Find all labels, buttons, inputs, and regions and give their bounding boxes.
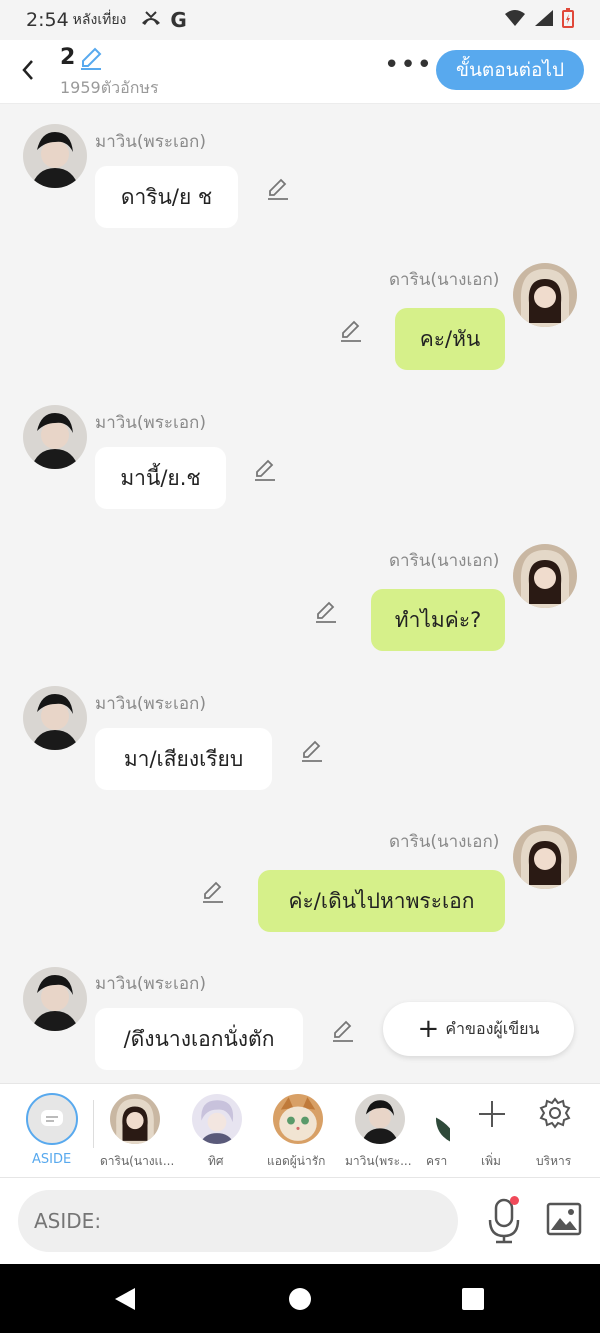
avatar-mawin[interactable] [23, 124, 87, 188]
back-button[interactable] [10, 52, 46, 88]
avatar [355, 1094, 405, 1144]
wifi-icon [504, 9, 526, 32]
manage-characters-button[interactable]: บริหาร [524, 1084, 594, 1179]
missed-call-icon [140, 10, 162, 31]
plus-icon [479, 1101, 505, 1127]
edit-message-icon[interactable] [330, 1018, 356, 1044]
message-input[interactable] [18, 1190, 458, 1252]
next-step-button[interactable]: ขั้นตอนต่อไป [436, 50, 584, 90]
aside-label: ASIDE [32, 1152, 72, 1167]
nav-back-button[interactable] [85, 1264, 165, 1333]
gear-icon [539, 1097, 571, 1129]
avatar-darin[interactable] [513, 825, 577, 889]
nav-home-button[interactable] [260, 1264, 340, 1333]
character-admin[interactable]: แอดผู้น่ารัก [252, 1084, 342, 1179]
sender-name: ดาริน(นางเอก) [389, 551, 500, 571]
author-note-label: คำของผู้เขียน [445, 1018, 540, 1038]
message-bubble[interactable]: มานี้/ย.ช [95, 447, 226, 509]
character-label: ดาริน(นางเเ... [100, 1154, 175, 1168]
sender-name: ดาริน(นางเอก) [389, 270, 500, 290]
character-thit[interactable]: ทิศ [171, 1084, 261, 1179]
manage-label: บริหาร [536, 1154, 572, 1168]
chat-bubble-icon [41, 1110, 63, 1126]
image-icon[interactable] [546, 1202, 582, 1236]
character-label: มาวิน(พระ... [345, 1154, 412, 1168]
character-partial[interactable]: ครา [420, 1084, 450, 1179]
home-circle-icon [289, 1287, 311, 1310]
avatar-darin[interactable] [513, 263, 577, 327]
author-note-button[interactable]: + คำของผู้เขียน [383, 1002, 574, 1056]
avatar-mawin[interactable] [23, 405, 87, 469]
edit-title-icon[interactable] [78, 46, 104, 72]
more-options-button[interactable]: ••• [384, 50, 433, 80]
status-time: 2:54 [26, 9, 69, 31]
sender-name: มาวิน(พระเอก) [95, 132, 206, 152]
divider [93, 1100, 94, 1148]
avatar [436, 1094, 450, 1144]
nav-recents-button[interactable] [433, 1264, 513, 1333]
character-label: ทิศ [208, 1154, 224, 1168]
avatar [273, 1094, 323, 1144]
avatar [110, 1094, 160, 1144]
signal-icon [534, 9, 554, 32]
avatar-mawin[interactable] [23, 967, 87, 1031]
avatar-darin[interactable] [513, 544, 577, 608]
character-label: แอดผู้น่ารัก [267, 1154, 326, 1168]
sender-name: ดาริน(นางเอก) [389, 832, 500, 852]
character-mawin[interactable]: มาวิน(พระ... [335, 1084, 425, 1179]
message-bubble[interactable]: คะ/หัน [395, 308, 505, 370]
message-bubble[interactable]: ค่ะ/เดินไปหาพระเอก [258, 870, 505, 932]
edit-message-icon[interactable] [313, 599, 339, 625]
add-character-button[interactable]: เพิ่ม [456, 1084, 526, 1179]
status-bar: 2:54 หลังเที่ยง G [0, 0, 600, 40]
character-selector: ASIDE ดาริน(นางเเ... ทิศ แอดผู้น่ารัก มา… [0, 1083, 600, 1178]
message-bubble[interactable]: มา/เสียงเรียบ [95, 728, 272, 790]
notification-dot [510, 1196, 519, 1205]
page-title: 2 [60, 45, 76, 70]
google-icon: G [170, 8, 187, 32]
aside-button[interactable] [26, 1093, 78, 1145]
status-time-suffix: หลังเที่ยง [72, 12, 127, 28]
avatar-mawin[interactable] [23, 686, 87, 750]
edit-message-icon[interactable] [252, 457, 278, 483]
edit-message-icon[interactable] [200, 879, 226, 905]
edit-message-icon[interactable] [299, 738, 325, 764]
avatar [192, 1094, 242, 1144]
recents-square-icon [462, 1287, 484, 1310]
back-triangle-icon [115, 1287, 135, 1310]
message-bubble[interactable]: ดาริน/ย ช [95, 166, 238, 228]
sender-name: มาวิน(พระเอก) [95, 694, 206, 714]
add-label: เพิ่ม [481, 1154, 501, 1168]
message-bubble[interactable]: /ดึงนางเอกนั่งตัก [95, 1008, 303, 1070]
character-count: 1959ตัวอักษร [60, 78, 159, 97]
sender-name: มาวิน(พระเอก) [95, 974, 206, 994]
character-label: ครา [426, 1154, 448, 1168]
input-bar [0, 1178, 600, 1264]
top-bar: 2 1959ตัวอักษร ••• ขั้นตอนต่อไป [0, 40, 600, 104]
back-arrow-icon [22, 60, 33, 80]
battery-icon [562, 7, 574, 33]
plus-icon: + [417, 1014, 440, 1044]
edit-message-icon[interactable] [338, 318, 364, 344]
edit-message-icon[interactable] [265, 176, 291, 202]
system-nav-bar [0, 1264, 600, 1333]
sender-name: มาวิน(พระเอก) [95, 413, 206, 433]
message-bubble[interactable]: ทำไมค่ะ? [371, 589, 505, 651]
